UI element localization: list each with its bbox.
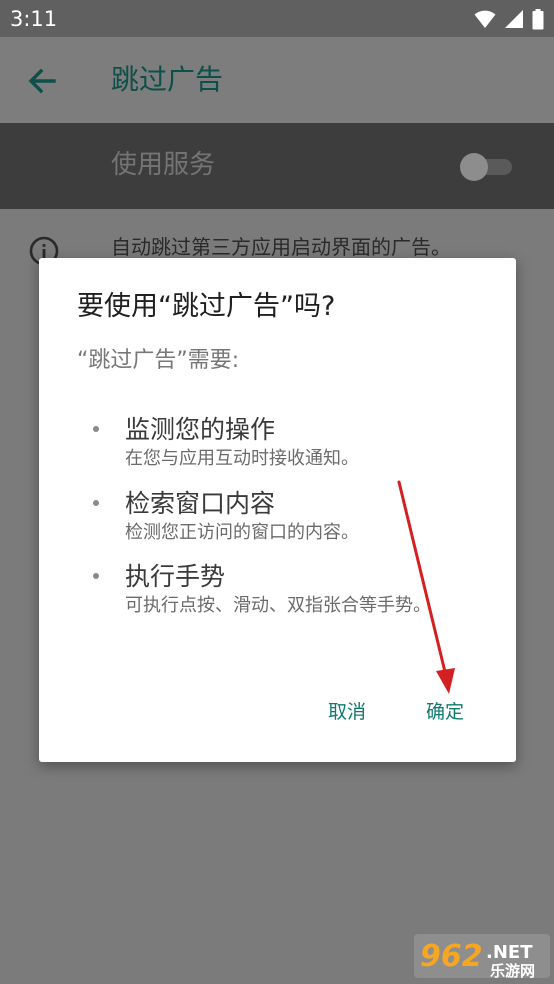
cancel-button[interactable]: 取消 — [328, 698, 366, 726]
svg-text:.NET: .NET — [486, 942, 533, 963]
use-service-row[interactable]: 使用服务 — [0, 123, 554, 209]
use-service-label: 使用服务 — [111, 150, 216, 180]
permission-desc: 可执行点按、滑动、双指张合等手势。 — [125, 595, 431, 616]
dialog-title: 要使用“跳过广告”吗? — [77, 291, 336, 322]
app-bar: 跳过广告 — [0, 37, 554, 123]
battery-icon — [532, 8, 544, 29]
watermark-logo-icon: 962 .NET 乐游网 — [414, 934, 550, 980]
dialog-subtitle: “跳过广告”需要: — [77, 348, 240, 373]
bullet-icon — [93, 500, 99, 506]
toggle-thumb — [460, 153, 488, 181]
permission-title: 执行手势 — [125, 562, 226, 591]
status-time: 3:11 — [10, 7, 58, 31]
status-icons — [474, 8, 544, 30]
permission-title: 检索窗口内容 — [125, 489, 276, 518]
status-bar: 3:11 — [0, 0, 554, 37]
back-button[interactable] — [22, 61, 62, 101]
svg-text:乐游网: 乐游网 — [490, 962, 535, 980]
wifi-icon — [474, 10, 496, 28]
signal-icon — [505, 10, 523, 28]
permission-desc: 在您与应用互动时接收通知。 — [125, 448, 359, 469]
page-title: 跳过广告 — [111, 63, 224, 96]
bullet-icon — [93, 426, 99, 432]
bullet-icon — [93, 573, 99, 579]
permission-title: 监测您的操作 — [125, 415, 276, 444]
svg-text:962: 962 — [420, 939, 483, 974]
confirm-button[interactable]: 确定 — [426, 698, 464, 726]
use-service-toggle[interactable] — [460, 153, 514, 181]
arrow-back-icon — [28, 68, 56, 94]
permission-dialog: 要使用“跳过广告”吗? “跳过广告”需要: 监测您的操作 在您与应用互动时接收通… — [39, 258, 516, 762]
permission-desc: 检测您正访问的窗口的内容。 — [125, 522, 359, 543]
